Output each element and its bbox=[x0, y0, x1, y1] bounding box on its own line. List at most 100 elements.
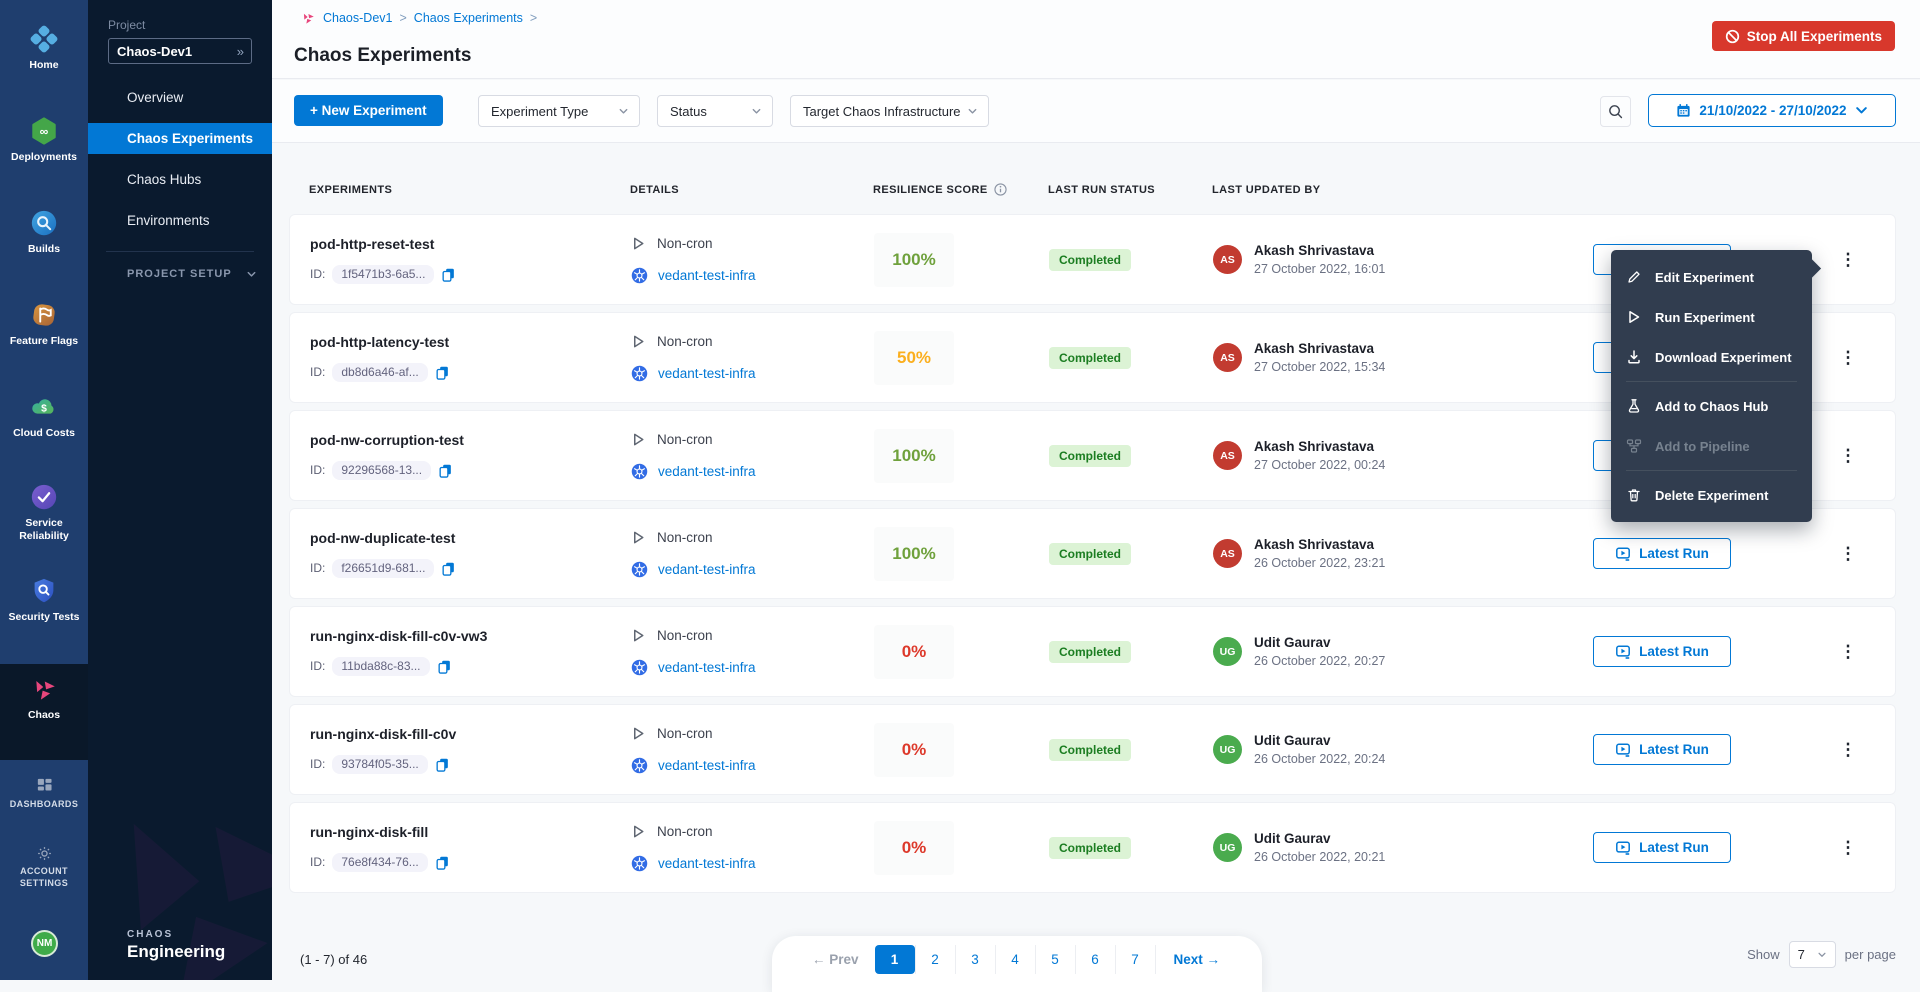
kebab-menu-icon[interactable]: ⋮ bbox=[1835, 348, 1861, 368]
latest-run-button[interactable]: Latest Run bbox=[1593, 636, 1731, 667]
pagination-page-5[interactable]: 5 bbox=[1035, 945, 1075, 974]
sidebar-item-chaos-experiments[interactable]: Chaos Experiments bbox=[88, 123, 272, 154]
play-outline-icon bbox=[631, 824, 646, 839]
project-name: Chaos-Dev1 bbox=[117, 44, 192, 59]
status-badge: Completed bbox=[1049, 445, 1131, 467]
pagination-page-4[interactable]: 4 bbox=[995, 945, 1035, 974]
copy-icon[interactable] bbox=[435, 855, 450, 870]
infrastructure-link[interactable]: vedant-test-infra bbox=[658, 758, 756, 773]
experiment-type-filter[interactable]: Experiment Type bbox=[478, 95, 640, 127]
latest-run-button[interactable]: Latest Run bbox=[1593, 832, 1731, 863]
copy-icon[interactable] bbox=[441, 267, 456, 282]
kebab-menu-icon[interactable]: ⋮ bbox=[1835, 642, 1861, 662]
infrastructure-link[interactable]: vedant-test-infra bbox=[658, 856, 756, 871]
kubernetes-icon bbox=[631, 463, 648, 480]
new-experiment-button[interactable]: + New Experiment bbox=[294, 95, 443, 126]
sidebar-item-overview[interactable]: Overview bbox=[88, 82, 272, 113]
svg-text:$: $ bbox=[41, 404, 47, 415]
chaos-hub-icon bbox=[1626, 398, 1642, 414]
info-icon[interactable] bbox=[994, 183, 1007, 196]
experiment-name[interactable]: run-nginx-disk-fill-c0v bbox=[310, 726, 631, 742]
pagination-page-2[interactable]: 2 bbox=[915, 945, 955, 974]
rail-item-dashboards[interactable]: DASHBOARDS bbox=[0, 776, 88, 811]
pagination-next-button[interactable]: Next → bbox=[1155, 945, 1239, 974]
stop-all-experiments-button[interactable]: Stop All Experiments bbox=[1712, 21, 1895, 51]
sidebar-item-chaos-hubs[interactable]: Chaos Hubs bbox=[88, 164, 272, 195]
infrastructure-link[interactable]: vedant-test-infra bbox=[658, 660, 756, 675]
page-header: Chaos-Dev1 > Chaos Experiments > Chaos E… bbox=[272, 0, 1920, 79]
experiment-name[interactable]: pod-http-reset-test bbox=[310, 236, 631, 252]
latest-run-button[interactable]: Latest Run bbox=[1593, 734, 1731, 765]
table-row[interactable]: run-nginx-disk-fill-c0v ID: 93784f05-35.… bbox=[289, 704, 1896, 795]
infrastructure-link[interactable]: vedant-test-infra bbox=[658, 562, 756, 577]
last-updated-by-cell: AS Akash Shrivastava 27 October 2022, 15… bbox=[1213, 341, 1593, 374]
breadcrumb-link-experiments[interactable]: Chaos Experiments bbox=[414, 11, 523, 25]
resilience-score: 100% bbox=[874, 233, 954, 287]
rail-item-chaos[interactable]: Chaos bbox=[0, 664, 88, 760]
rail-item-service-reliability[interactable]: Service Reliability bbox=[0, 472, 88, 564]
pagination-prev-button[interactable]: ← Prev bbox=[796, 945, 875, 974]
pagination-page-6[interactable]: 6 bbox=[1075, 945, 1115, 974]
rail-item-feature-flags[interactable]: Feature Flags bbox=[0, 290, 88, 382]
experiment-name[interactable]: pod-nw-corruption-test bbox=[310, 432, 631, 448]
experiment-name[interactable]: run-nginx-disk-fill-c0v-vw3 bbox=[310, 628, 631, 644]
deployments-icon: ∞ bbox=[29, 116, 59, 146]
rail-item-cloud-costs[interactable]: $ Cloud Costs bbox=[0, 382, 88, 474]
updated-date: 27 October 2022, 00:24 bbox=[1254, 458, 1385, 472]
per-page-select[interactable]: 7 bbox=[1789, 941, 1836, 968]
resilience-score: 0% bbox=[874, 723, 954, 777]
copy-icon[interactable] bbox=[441, 561, 456, 576]
page-title: Chaos Experiments bbox=[294, 45, 471, 67]
id-label: ID: bbox=[310, 463, 325, 477]
copy-icon[interactable] bbox=[438, 463, 453, 478]
menu-item-edit-experiment[interactable]: Edit Experiment bbox=[1611, 257, 1812, 297]
collapse-icon[interactable]: » bbox=[237, 44, 244, 59]
resilience-score-cell: 100% bbox=[874, 429, 1049, 483]
pagination-page-3[interactable]: 3 bbox=[955, 945, 995, 974]
rail-item-deployments[interactable]: ∞ Deployments bbox=[0, 106, 88, 198]
last-run-status-cell: Completed bbox=[1049, 641, 1213, 663]
kebab-menu-icon[interactable]: ⋮ bbox=[1835, 544, 1861, 564]
pagination-page-7[interactable]: 7 bbox=[1115, 945, 1155, 974]
infrastructure-link[interactable]: vedant-test-infra bbox=[658, 464, 756, 479]
user-avatar[interactable]: NM bbox=[31, 930, 58, 957]
rail-item-home[interactable]: Home bbox=[0, 14, 88, 106]
status-filter[interactable]: Status bbox=[657, 95, 773, 127]
menu-item-download-experiment[interactable]: Download Experiment bbox=[1611, 337, 1812, 377]
breadcrumb-link-project[interactable]: Chaos-Dev1 bbox=[323, 11, 392, 25]
table-row[interactable]: run-nginx-disk-fill-c0v-vw3 ID: 11bda88c… bbox=[289, 606, 1896, 697]
rail-item-security-tests[interactable]: Security Tests bbox=[0, 566, 88, 658]
kebab-menu-icon[interactable]: ⋮ bbox=[1835, 446, 1861, 466]
kebab-menu-icon[interactable]: ⋮ bbox=[1835, 740, 1861, 760]
experiment-name[interactable]: pod-http-latency-test bbox=[310, 334, 631, 350]
experiment-name[interactable]: pod-nw-duplicate-test bbox=[310, 530, 631, 546]
date-range-picker[interactable]: 21/10/2022 - 27/10/2022 bbox=[1648, 94, 1896, 127]
rail-item-account-settings[interactable]: ACCOUNT SETTINGS bbox=[0, 845, 88, 889]
id-label: ID: bbox=[310, 757, 325, 771]
details-cell: Non-cron vedant-test-infra bbox=[631, 432, 874, 480]
pagination-page-1[interactable]: 1 bbox=[875, 945, 915, 974]
search-button[interactable] bbox=[1600, 96, 1631, 127]
latest-run-button[interactable]: Latest Run bbox=[1593, 538, 1731, 569]
menu-item-add-to-chaos-hub[interactable]: Add to Chaos Hub bbox=[1611, 386, 1812, 426]
copy-icon[interactable] bbox=[435, 365, 450, 380]
updated-date: 26 October 2022, 20:27 bbox=[1254, 654, 1385, 668]
resilience-score-cell: 100% bbox=[874, 527, 1049, 581]
copy-icon[interactable] bbox=[437, 659, 452, 674]
kebab-menu-icon[interactable]: ⋮ bbox=[1835, 250, 1861, 270]
kebab-menu-icon[interactable]: ⋮ bbox=[1835, 838, 1861, 858]
menu-item-delete-experiment[interactable]: Delete Experiment bbox=[1611, 475, 1812, 515]
play-outline-icon bbox=[631, 628, 646, 643]
infrastructure-link[interactable]: vedant-test-infra bbox=[658, 268, 756, 283]
copy-icon[interactable] bbox=[435, 757, 450, 772]
project-selector[interactable]: Chaos-Dev1 » bbox=[108, 38, 252, 64]
experiment-name[interactable]: run-nginx-disk-fill bbox=[310, 824, 631, 840]
target-infrastructure-filter[interactable]: Target Chaos Infrastructure bbox=[790, 95, 989, 127]
table-row[interactable]: run-nginx-disk-fill ID: 76e8f434-76... N… bbox=[289, 802, 1896, 893]
avatar: UG bbox=[1213, 833, 1242, 862]
rail-item-builds[interactable]: Builds bbox=[0, 198, 88, 290]
project-setup-toggle[interactable]: PROJECT SETUP bbox=[127, 268, 257, 280]
sidebar-item-environments[interactable]: Environments bbox=[88, 205, 272, 236]
infrastructure-link[interactable]: vedant-test-infra bbox=[658, 366, 756, 381]
menu-item-run-experiment[interactable]: Run Experiment bbox=[1611, 297, 1812, 337]
